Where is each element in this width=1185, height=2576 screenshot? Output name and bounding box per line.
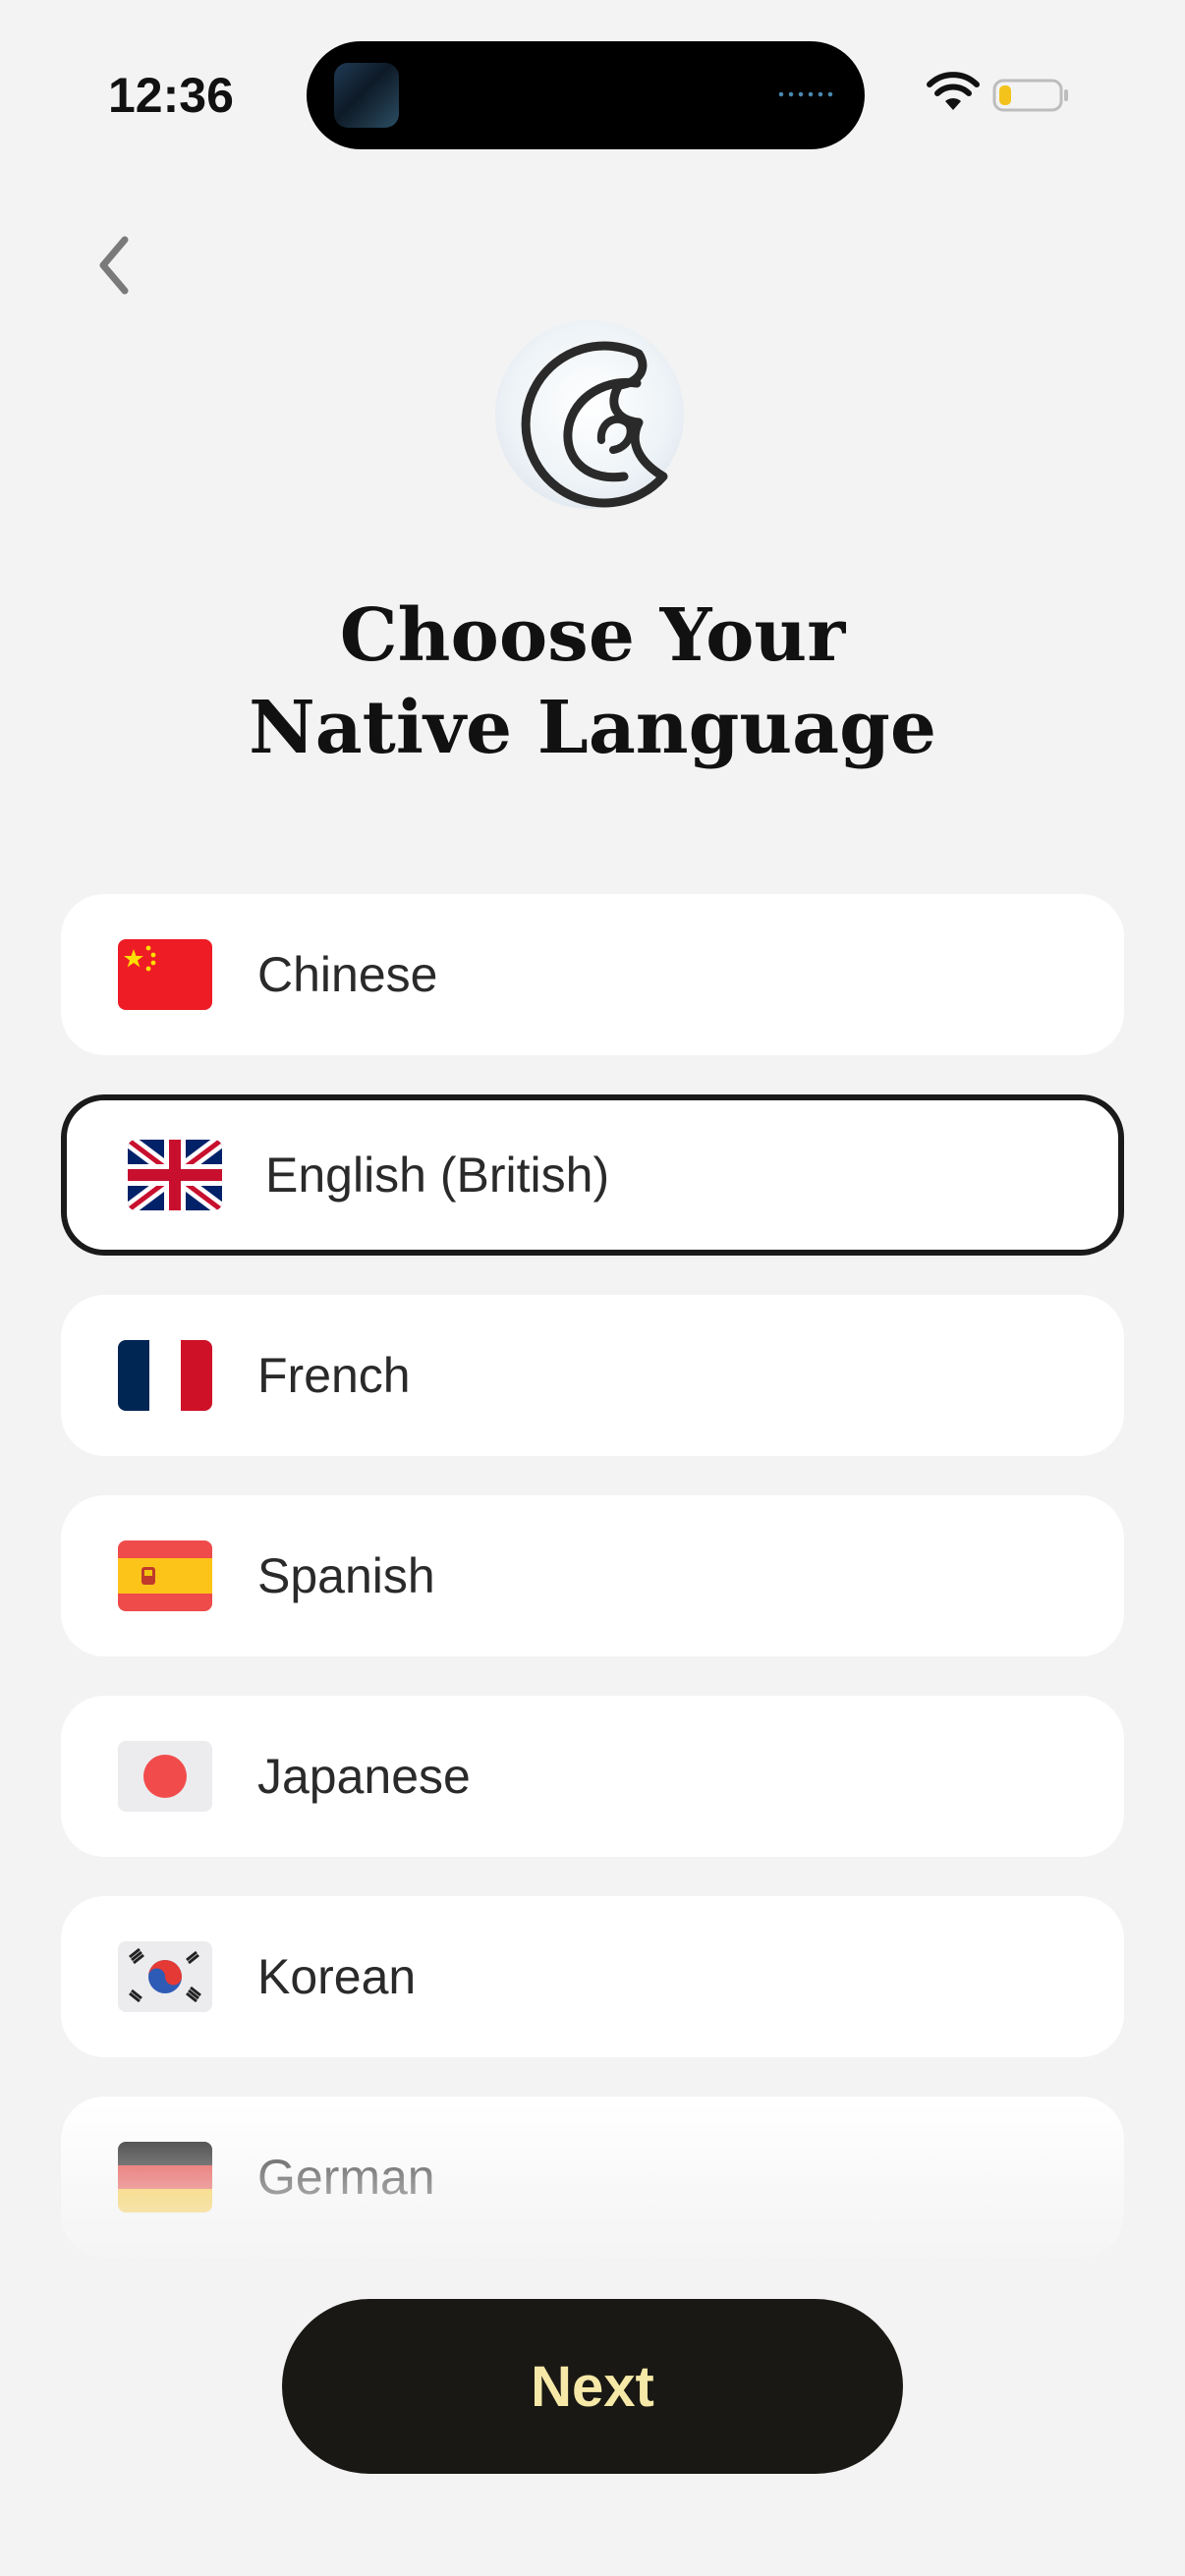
language-label: French (257, 1348, 411, 1403)
language-option-english-british[interactable]: English (British) (61, 1094, 1124, 1256)
wifi-icon (927, 72, 980, 110)
korea-flag-icon (118, 1941, 212, 2012)
germany-flag-icon (118, 2142, 212, 2212)
battery-icon (992, 79, 1068, 112)
page-title: Choose Your Native Language (0, 589, 1185, 774)
spain-flag-icon (118, 1540, 212, 1611)
language-label: Korean (257, 1949, 417, 2004)
language-option-french[interactable]: French (61, 1295, 1124, 1456)
uk-flag-icon (128, 1140, 222, 1210)
language-option-korean[interactable]: Korean (61, 1896, 1124, 2057)
language-label: Chinese (257, 947, 438, 1002)
language-option-german[interactable]: German (61, 2097, 1124, 2258)
audio-waveform-icon (776, 90, 835, 98)
language-option-japanese[interactable]: Japanese (61, 1696, 1124, 1857)
chevron-left-icon (99, 236, 129, 295)
app-logo-icon (495, 320, 684, 509)
back-button[interactable] (79, 226, 147, 305)
china-flag-icon (118, 939, 212, 1010)
language-label: Spanish (257, 1548, 435, 1603)
next-button[interactable]: Next (282, 2299, 903, 2474)
page-title-line2: Native Language (249, 686, 936, 770)
status-time: 12:36 (108, 68, 234, 123)
france-flag-icon (118, 1340, 212, 1411)
now-playing-artwork (334, 63, 399, 128)
page-title-line1: Choose Your (339, 593, 846, 678)
language-label: Japanese (257, 1749, 471, 1804)
language-label: German (257, 2150, 435, 2205)
language-option-spanish[interactable]: Spanish (61, 1495, 1124, 1656)
language-label: English (British) (265, 1148, 610, 1203)
dynamic-island[interactable] (307, 41, 865, 149)
japan-flag-icon (118, 1741, 212, 1812)
language-option-chinese[interactable]: Chinese (61, 894, 1124, 1055)
